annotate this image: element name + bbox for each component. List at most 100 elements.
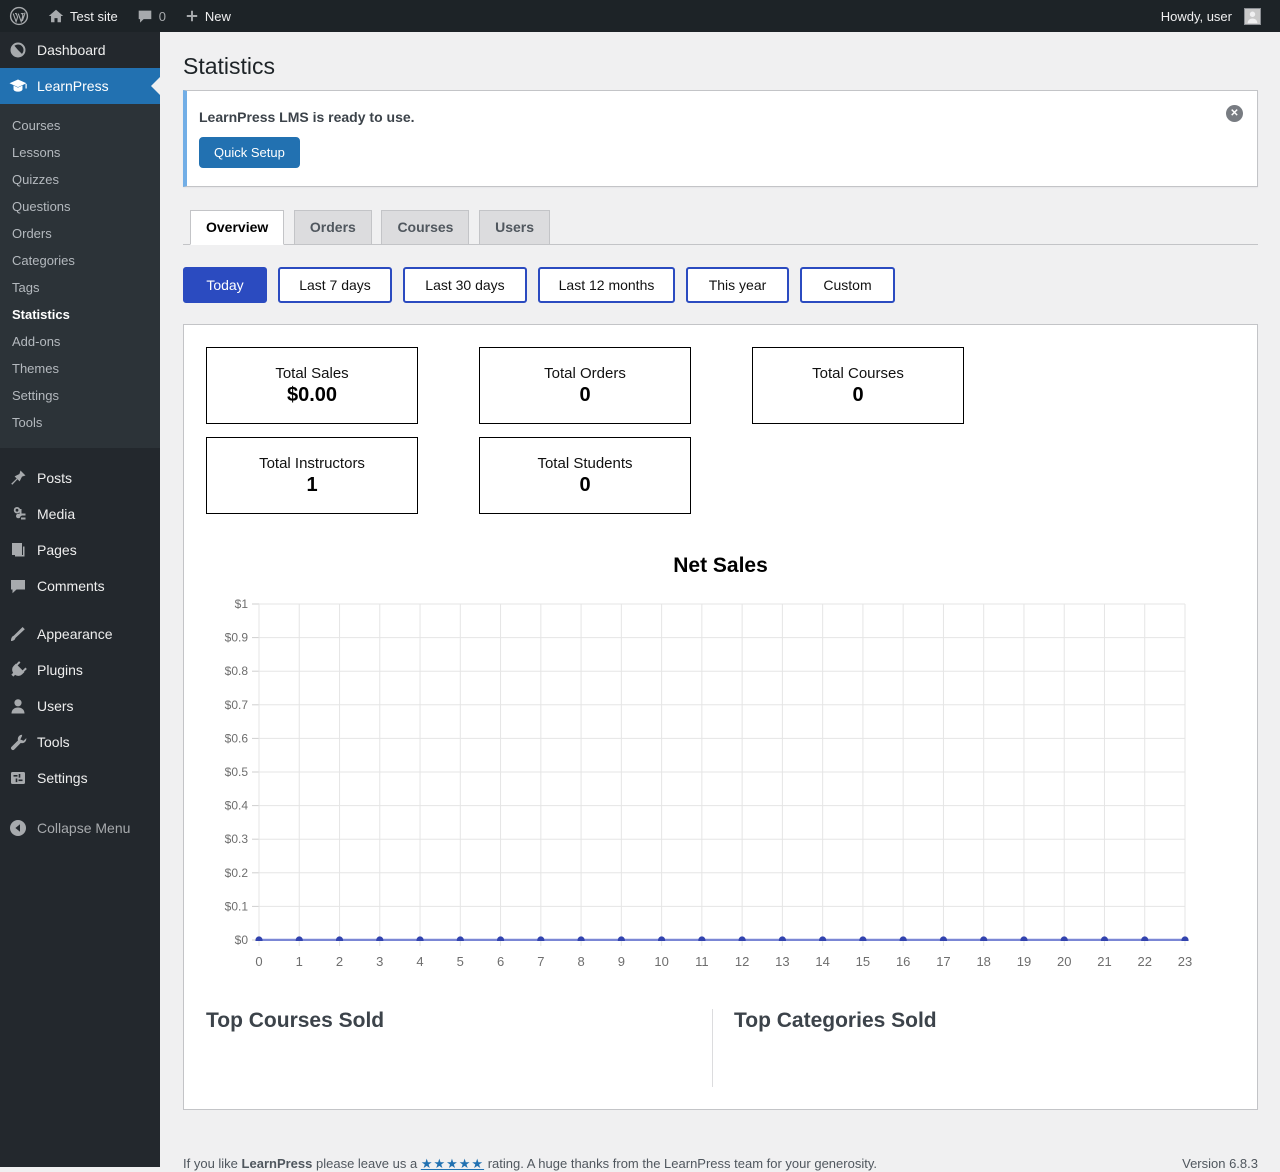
y-axis-tick-label: $1 (235, 597, 249, 611)
submenu-item-themes[interactable]: Themes (0, 355, 160, 382)
dismiss-icon[interactable] (1226, 105, 1243, 122)
filter-custom[interactable]: Custom (800, 267, 895, 303)
submenu-item-quizzes[interactable]: Quizzes (0, 166, 160, 193)
footer-text: rating. A huge thanks from the LearnPres… (487, 1156, 877, 1171)
comment-count: 0 (158, 8, 166, 24)
sidebar-item-plugins[interactable]: Plugins (0, 652, 160, 688)
top-courses-heading: Top Courses Sold (206, 1009, 385, 1032)
wordpress-logo-icon (9, 6, 29, 26)
sidebar-item-settings[interactable]: Settings (0, 760, 160, 796)
tab-overview[interactable]: Overview (190, 210, 285, 245)
date-filters: Today Last 7 days Last 30 days Last 12 m… (183, 267, 1258, 303)
sidebar-item-posts[interactable]: Posts (0, 460, 160, 496)
x-axis-tick-label: 14 (815, 954, 829, 969)
my-account-menu[interactable]: Howdy, user (1152, 0, 1270, 32)
stat-label: Total Students (537, 454, 633, 472)
sidebar-item-users[interactable]: Users (0, 688, 160, 724)
stat-total-instructors: Total Instructors 1 (206, 437, 418, 514)
submenu-item-tags[interactable]: Tags (0, 274, 160, 301)
stat-value: 0 (852, 383, 864, 406)
gauge-icon (8, 40, 28, 60)
collapse-menu-button[interactable]: Collapse Menu (0, 810, 160, 846)
sidebar-item-media[interactable]: Media (0, 496, 160, 532)
admin-bar: Test site 0 New Howdy, user (0, 0, 1280, 32)
notice-message: LearnPress LMS is ready to use. (199, 109, 415, 125)
submenu-item-questions[interactable]: Questions (0, 193, 160, 220)
sidebar-item-dashboard[interactable]: Dashboard (0, 32, 160, 68)
submenu-item-statistics[interactable]: Statistics (0, 301, 160, 328)
x-axis-tick-label: 23 (1178, 954, 1192, 969)
stat-value: $0.00 (286, 383, 338, 406)
y-axis-tick-label: $0.6 (225, 731, 249, 745)
pages-icon (8, 540, 28, 560)
filter-last-30-days[interactable]: Last 30 days (403, 267, 527, 303)
submenu-item-addons[interactable]: Add-ons (0, 328, 160, 355)
submenu-item-settings[interactable]: Settings (0, 382, 160, 409)
stat-label: Total Instructors (259, 454, 365, 472)
y-axis-tick-label: $0.2 (225, 866, 249, 880)
sliders-icon (8, 768, 28, 788)
comment-bubble-icon (136, 7, 154, 25)
plug-icon (8, 660, 28, 680)
y-axis-tick-label: $0.8 (225, 664, 249, 678)
x-axis-tick-label: 6 (497, 954, 504, 969)
submenu-item-orders[interactable]: Orders (0, 220, 160, 247)
comments-shortcut[interactable]: 0 (127, 0, 175, 32)
y-axis-tick-label: $0.1 (225, 899, 249, 913)
tab-users[interactable]: Users (479, 210, 551, 244)
sidebar-item-label: Dashboard (37, 42, 106, 58)
x-axis-tick-label: 13 (775, 954, 789, 969)
x-axis-tick-label: 21 (1097, 954, 1111, 969)
site-name-link[interactable]: Test site (38, 0, 127, 32)
media-icon (8, 504, 28, 524)
wrench-icon (8, 732, 28, 752)
x-axis-tick-label: 2 (336, 954, 343, 969)
tab-courses[interactable]: Courses (381, 210, 470, 244)
bottom-sections: Top Courses Sold Top Categories Sold (206, 1009, 1235, 1087)
stat-value: 0 (579, 383, 591, 406)
menu-separator (0, 604, 160, 616)
net-sales-chart: $1 $0.9 $0.8 $0.7 $0.6 $0.5 $0.4 $0.3 $0.2 $0.1 $0… (225, 597, 1193, 969)
sidebar-item-comments[interactable]: Comments (0, 568, 160, 604)
footer-text: If you like (183, 1156, 238, 1171)
submenu-item-categories[interactable]: Categories (0, 247, 160, 274)
x-axis-tick-label: 15 (856, 954, 870, 969)
x-axis-tick-label: 1 (296, 954, 303, 969)
new-label: New (204, 8, 231, 24)
x-axis-tick-label: 8 (577, 954, 584, 969)
stats-grid: Total Sales $0.00 Total Orders 0 Total C… (206, 347, 1235, 514)
plus-icon (184, 8, 200, 24)
sidebar-item-pages[interactable]: Pages (0, 532, 160, 568)
sidebar-item-label: Tools (37, 734, 70, 750)
admin-bar-right: Howdy, user (1152, 0, 1280, 32)
footer-brand: LearnPress (241, 1156, 313, 1171)
filter-last-12-months[interactable]: Last 12 months (538, 267, 675, 303)
sidebar-item-label: Users (37, 698, 74, 714)
submenu-item-courses[interactable]: Courses (0, 112, 160, 139)
stat-label: Total Courses (812, 364, 904, 382)
x-axis-tick-label: 17 (936, 954, 950, 969)
filter-this-year[interactable]: This year (686, 267, 789, 303)
sidebar-item-label: Pages (37, 542, 77, 558)
footer: If you like LearnPress please leave us a… (183, 1156, 1258, 1172)
quick-setup-button[interactable]: Quick Setup (199, 137, 300, 168)
sidebar-item-label: Comments (37, 578, 105, 594)
brush-icon (8, 624, 28, 644)
submenu-item-lessons[interactable]: Lessons (0, 139, 160, 166)
submenu-item-tools[interactable]: Tools (0, 409, 160, 436)
new-content-menu[interactable]: New (175, 0, 240, 32)
pushpin-icon (8, 468, 28, 488)
x-axis-tick-label: 20 (1057, 954, 1071, 969)
sidebar-item-learnpress[interactable]: LearnPress (0, 68, 160, 104)
rating-stars-link[interactable]: ★★★★★ (421, 1156, 484, 1171)
x-axis-tick-label: 11 (695, 954, 709, 969)
filter-today[interactable]: Today (183, 267, 267, 303)
x-axis-tick-label: 16 (896, 954, 910, 969)
stat-total-orders: Total Orders 0 (479, 347, 691, 424)
tab-orders[interactable]: Orders (293, 210, 372, 244)
filter-last-7-days[interactable]: Last 7 days (278, 267, 392, 303)
sidebar-item-appearance[interactable]: Appearance (0, 616, 160, 652)
wordpress-menu[interactable] (0, 0, 38, 32)
user-icon (8, 696, 28, 716)
sidebar-item-tools[interactable]: Tools (0, 724, 160, 760)
